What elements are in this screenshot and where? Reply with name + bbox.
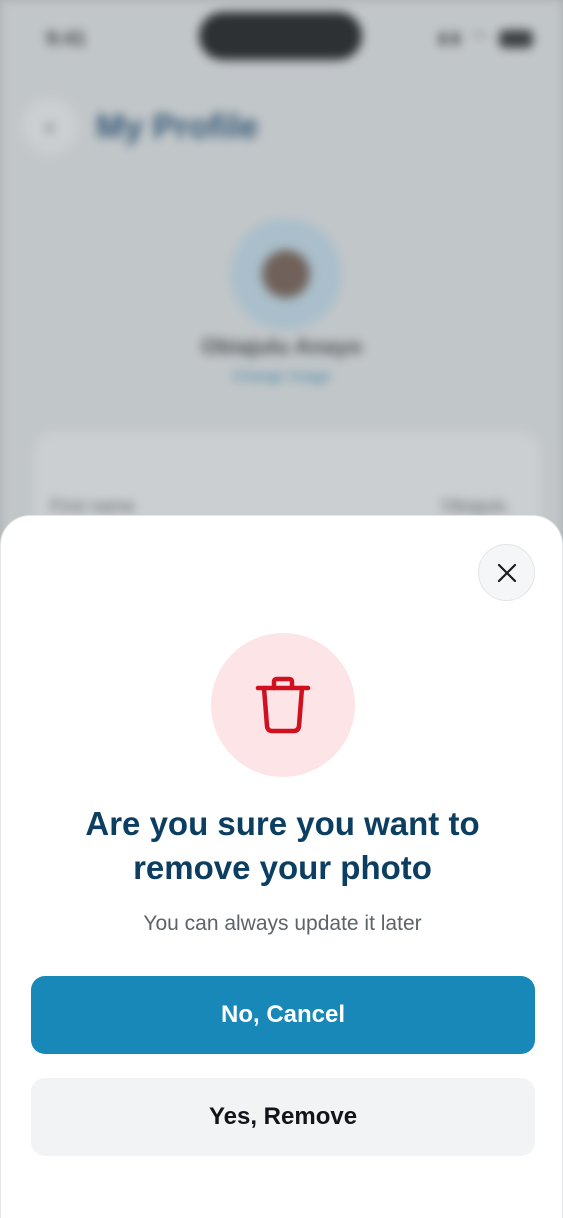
- remove-photo-sheet: Are you sure you want to remove your pho…: [0, 515, 563, 1218]
- remove-button[interactable]: Yes, Remove: [31, 1078, 535, 1156]
- trash-icon-circle: [211, 633, 355, 777]
- close-button[interactable]: [478, 544, 535, 601]
- dialog-title: Are you sure you want to remove your pho…: [85, 805, 480, 886]
- trash-icon: [255, 676, 311, 734]
- cancel-button[interactable]: No, Cancel: [31, 976, 535, 1054]
- dialog-subtitle: You can always update it later: [143, 912, 422, 935]
- close-icon: [497, 563, 516, 582]
